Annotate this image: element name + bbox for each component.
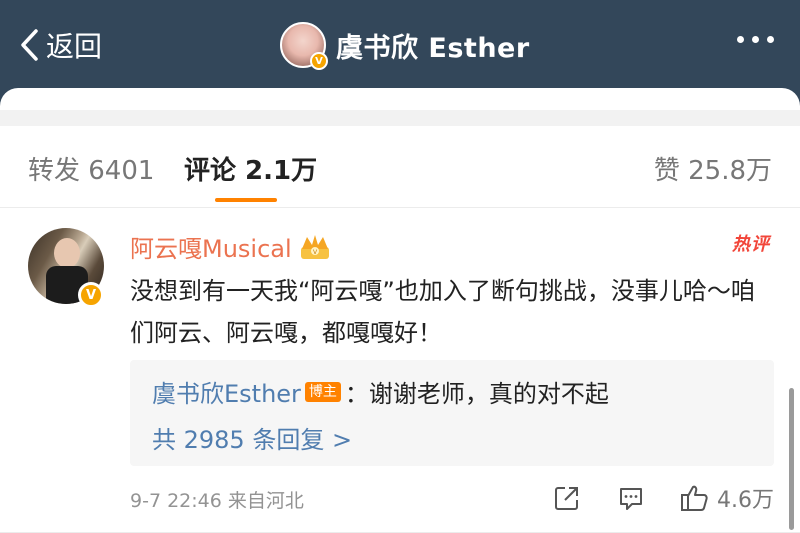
avatar[interactable]: V — [280, 22, 328, 70]
reply-author[interactable]: 虞书欣Esther — [152, 374, 301, 409]
like-icon — [681, 485, 708, 511]
share-button[interactable] — [553, 484, 581, 512]
avatar-face — [54, 238, 80, 268]
comment-icon — [620, 488, 642, 510]
crown-icon: V — [300, 234, 329, 259]
comment-text: 没想到有一天我“阿云嘎”也加入了断句挑战，没事儿哈～咱们阿云、阿云嘎，都嘎嘎好！ — [130, 277, 755, 347]
comment-actions: 4.6万 — [553, 478, 774, 518]
reply-preview[interactable]: 虞书欣Esther 博主 ：谢谢老师，真的对不起 共 2985 条回复 > — [130, 360, 774, 466]
tab-like[interactable]: 赞 25.8万 — [654, 150, 772, 187]
poster-badge: 博主 — [304, 381, 341, 402]
back-label: 返回 — [46, 30, 103, 63]
dot — [752, 36, 759, 43]
like-button[interactable]: 4.6万 — [679, 482, 774, 514]
profile-title[interactable]: V 虞书欣 Esther — [280, 20, 530, 70]
commenter-name[interactable]: 阿云嘎Musical V — [130, 229, 332, 264]
dot — [767, 36, 774, 43]
verified-badge-icon: V — [78, 282, 104, 308]
view-replies-link[interactable]: 共 2985 条回复 > — [152, 420, 352, 455]
verified-badge-icon: V — [310, 52, 328, 70]
reply-text: ：谢谢老师，真的对不起 — [344, 380, 609, 408]
comment-meta: 9-7 22:46 来自河北 — [130, 490, 304, 512]
like-count: 4.6万 — [717, 488, 774, 513]
chevron-left-icon — [21, 29, 38, 61]
share-icon — [555, 487, 578, 510]
back-button[interactable]: 返回 — [18, 22, 102, 68]
commenter-name-label: 阿云嘎Musical — [130, 235, 292, 263]
scrollbar[interactable] — [789, 388, 794, 530]
active-tab-indicator — [215, 198, 277, 202]
tab-comment[interactable]: 评论 2.1万 — [184, 150, 317, 187]
hot-comment-badge: 热评 — [732, 234, 770, 255]
dot — [737, 36, 744, 43]
card-top — [0, 88, 800, 112]
page-title: 虞书欣 Esther — [336, 32, 530, 64]
more-options-icon[interactable] — [737, 36, 774, 43]
section-divider — [0, 110, 800, 126]
interaction-tabs: 转发 6401 评论 2.1万 赞 25.8万 — [0, 126, 800, 208]
reply-button[interactable] — [617, 484, 645, 512]
reply-line: 虞书欣Esther 博主 ：谢谢老师，真的对不起 — [152, 374, 609, 409]
tab-repost[interactable]: 转发 6401 — [28, 150, 154, 187]
